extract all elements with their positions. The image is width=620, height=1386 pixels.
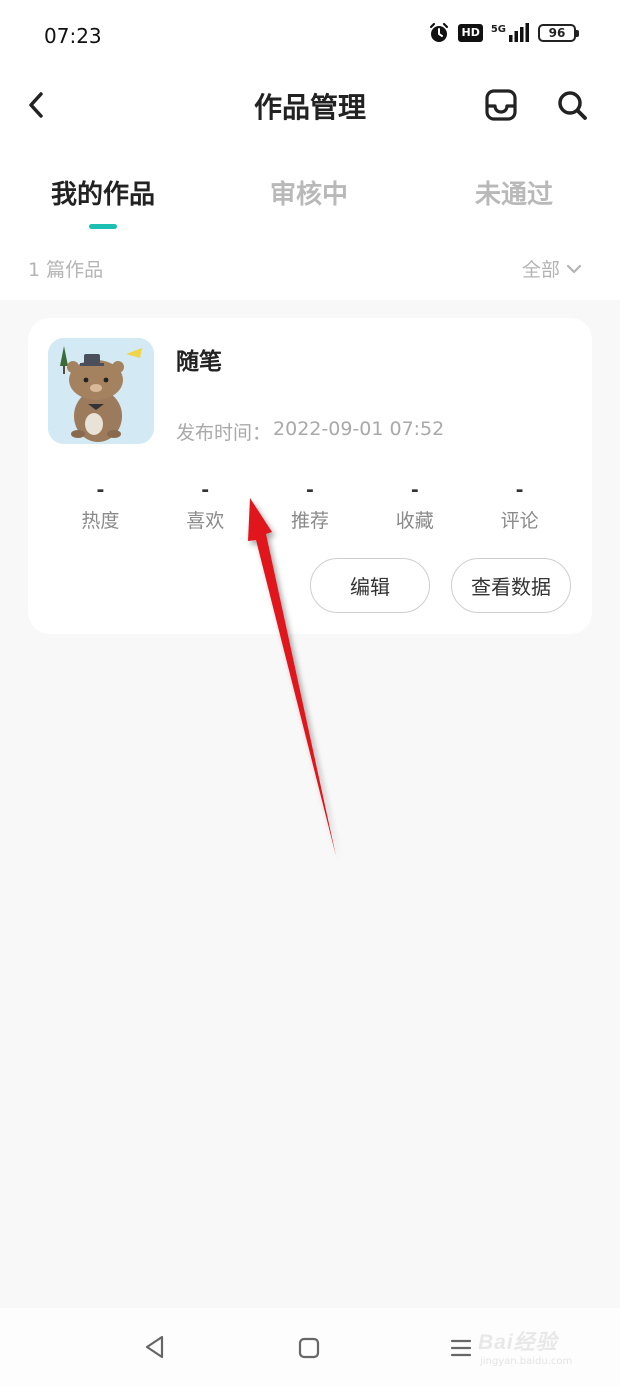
chevron-down-icon xyxy=(566,264,582,273)
tab-not-approved[interactable]: 未通过 xyxy=(434,174,594,211)
stat-favorites: - 收藏 xyxy=(362,478,467,533)
work-card[interactable]: 随笔 发布时间： 2022-09-01 07:52 - 热度 - 喜欢 - 推荐… xyxy=(28,318,592,634)
search-icon xyxy=(558,91,587,120)
stat-comments: - 评论 xyxy=(467,478,572,533)
inbox-button[interactable] xyxy=(484,88,518,122)
status-icons: HD 5G 96 xyxy=(428,22,579,44)
stat-label: 热度 xyxy=(81,510,120,532)
network-type: 5G xyxy=(490,24,506,35)
alarm-icon xyxy=(428,22,450,44)
filter-label: 全部 xyxy=(521,259,560,281)
nav-menu-button[interactable] xyxy=(449,1336,473,1360)
stat-value: - xyxy=(515,479,524,501)
search-button[interactable] xyxy=(555,88,589,122)
stat-label: 收藏 xyxy=(395,510,434,532)
publish-time: 发布时间： 2022-09-01 07:52 xyxy=(176,418,444,445)
status-time: 07:23 xyxy=(44,24,102,48)
stat-label: 推荐 xyxy=(290,510,329,532)
page-title: 作品管理 xyxy=(253,91,366,124)
view-data-button[interactable]: 查看数据 xyxy=(451,558,571,613)
inbox-icon xyxy=(485,89,517,121)
stat-value: - xyxy=(410,479,419,501)
nav-home-icon xyxy=(298,1337,320,1359)
watermark-url: jingyan.baidu.com xyxy=(480,1356,573,1367)
hd-icon: HD xyxy=(458,24,483,42)
stat-value: - xyxy=(201,479,210,501)
bear-illustration-icon xyxy=(48,338,154,444)
stat-label: 评论 xyxy=(500,510,539,532)
publish-date: 2022-09-01 07:52 xyxy=(273,418,445,440)
nav-back-button[interactable] xyxy=(142,1333,168,1361)
tab-under-review[interactable]: 审核中 xyxy=(229,174,389,211)
stats-row: - 热度 - 喜欢 - 推荐 - 收藏 - 评论 xyxy=(48,478,572,533)
filter-dropdown[interactable]: 全部 xyxy=(522,255,582,282)
nav-home-button[interactable] xyxy=(297,1336,321,1360)
edit-button[interactable]: 编辑 xyxy=(310,558,430,613)
tab-indicator xyxy=(89,224,117,229)
stat-value: - xyxy=(306,479,314,501)
nav-menu-icon xyxy=(450,1339,472,1357)
work-cover-image[interactable] xyxy=(48,338,154,444)
baidu-jingyan-watermark: Bai经验 jingyan.baidu.com xyxy=(474,1322,590,1374)
watermark-brand: Bai经验 xyxy=(478,1331,558,1354)
signal-icon xyxy=(508,23,530,43)
stat-value: - xyxy=(96,479,105,501)
stat-likes: - 喜欢 xyxy=(153,478,258,533)
publish-label: 发布时间： xyxy=(176,422,272,444)
tab-my-works[interactable]: 我的作品 xyxy=(23,174,183,211)
stat-heat: - 热度 xyxy=(48,478,153,533)
works-count: 1 篇作品 xyxy=(28,259,104,281)
battery-icon: 96 xyxy=(538,24,579,42)
work-title[interactable]: 随笔 xyxy=(176,342,222,376)
nav-back-icon xyxy=(145,1335,164,1359)
stat-recommend: - 推荐 xyxy=(258,478,363,533)
stat-label: 喜欢 xyxy=(186,510,225,532)
